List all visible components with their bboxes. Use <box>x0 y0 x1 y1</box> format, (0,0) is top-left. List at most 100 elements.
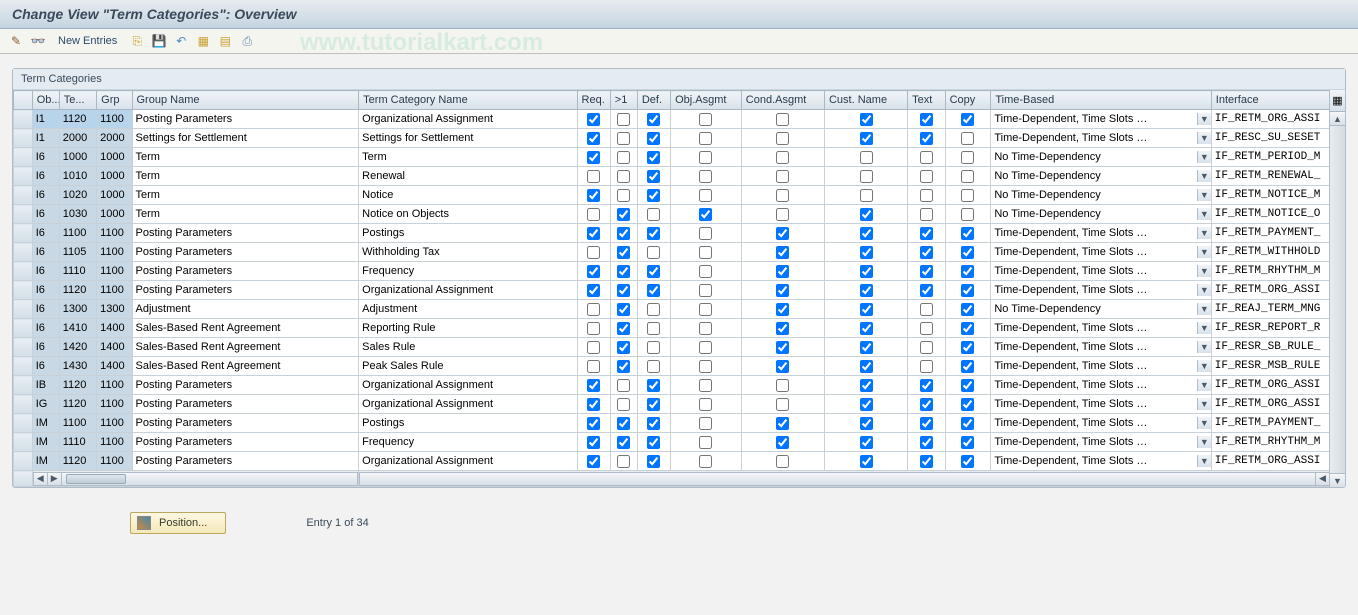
row-selector[interactable] <box>14 243 33 262</box>
def-checkbox[interactable] <box>647 284 660 297</box>
cond-asgmt-checkbox[interactable] <box>776 208 789 221</box>
obj-asgmt-checkbox[interactable] <box>699 436 712 449</box>
def-checkbox[interactable] <box>647 227 660 240</box>
header-term-cat-name[interactable]: Term Category Name <box>359 91 577 110</box>
table-row[interactable]: I614201400Sales-Based Rent AgreementSale… <box>14 338 1345 357</box>
cell-grp[interactable]: 1100 <box>97 224 132 243</box>
cell-te[interactable]: 1410 <box>59 319 96 338</box>
dropdown-arrow-icon[interactable]: ▼ <box>1197 208 1211 220</box>
cell-term-cat-name[interactable]: Organizational Assignment <box>359 281 577 300</box>
cell-group-name[interactable]: Posting Parameters <box>132 110 359 129</box>
cell-ob[interactable]: IB <box>32 376 59 395</box>
req-checkbox[interactable] <box>587 246 600 259</box>
table-row[interactable]: IG11201100Posting ParametersOrganization… <box>14 395 1345 414</box>
cell-ob[interactable]: I6 <box>32 357 59 376</box>
def-checkbox[interactable] <box>647 360 660 373</box>
table-config-icon[interactable]: ▦ <box>1330 90 1345 112</box>
table-row[interactable]: IM11001100Posting ParametersPostingsTime… <box>14 414 1345 433</box>
cell-te[interactable]: 1120 <box>59 452 96 471</box>
dropdown-arrow-icon[interactable]: ▼ <box>1197 398 1211 410</box>
gt1-checkbox[interactable] <box>617 455 630 468</box>
cell-ob[interactable]: IM <box>32 452 59 471</box>
row-selector[interactable] <box>14 224 33 243</box>
cell-te[interactable]: 2000 <box>59 129 96 148</box>
obj-asgmt-checkbox[interactable] <box>699 284 712 297</box>
def-checkbox[interactable] <box>647 113 660 126</box>
obj-asgmt-checkbox[interactable] <box>699 417 712 430</box>
cell-grp[interactable]: 1100 <box>97 262 132 281</box>
cond-asgmt-checkbox[interactable] <box>776 189 789 202</box>
req-checkbox[interactable] <box>587 455 600 468</box>
copy-checkbox[interactable] <box>961 303 974 316</box>
req-checkbox[interactable] <box>587 303 600 316</box>
obj-asgmt-checkbox[interactable] <box>699 246 712 259</box>
text-checkbox[interactable] <box>920 189 933 202</box>
table-row[interactable]: I611201100Posting ParametersOrganization… <box>14 281 1345 300</box>
dropdown-arrow-icon[interactable]: ▼ <box>1197 322 1211 334</box>
req-checkbox[interactable] <box>587 227 600 240</box>
cust-name-checkbox[interactable] <box>860 341 873 354</box>
cell-time-based[interactable]: Time-Dependent, Time Slots …▼ <box>991 243 1211 262</box>
cell-term-cat-name[interactable]: Organizational Assignment <box>359 376 577 395</box>
cell-te[interactable]: 1120 <box>59 395 96 414</box>
row-selector[interactable] <box>14 433 33 452</box>
cell-term-cat-name[interactable]: Renewal <box>359 167 577 186</box>
cust-name-checkbox[interactable] <box>860 360 873 373</box>
deselect-all-icon[interactable]: ▤ <box>217 33 233 49</box>
req-checkbox[interactable] <box>587 341 600 354</box>
header-grp[interactable]: Grp <box>97 91 132 110</box>
req-checkbox[interactable] <box>587 322 600 335</box>
req-checkbox[interactable] <box>587 379 600 392</box>
row-selector[interactable] <box>14 262 33 281</box>
def-checkbox[interactable] <box>647 455 660 468</box>
def-checkbox[interactable] <box>647 341 660 354</box>
obj-asgmt-checkbox[interactable] <box>699 208 712 221</box>
gt1-checkbox[interactable] <box>617 303 630 316</box>
dropdown-arrow-icon[interactable]: ▼ <box>1197 455 1211 467</box>
gt1-checkbox[interactable] <box>617 170 630 183</box>
hscroll-left[interactable]: ◀▶ <box>32 471 358 487</box>
cust-name-checkbox[interactable] <box>860 113 873 126</box>
cust-name-checkbox[interactable] <box>860 455 873 468</box>
obj-asgmt-checkbox[interactable] <box>699 379 712 392</box>
gt1-checkbox[interactable] <box>617 246 630 259</box>
text-checkbox[interactable] <box>920 227 933 240</box>
cell-term-cat-name[interactable]: Adjustment <box>359 300 577 319</box>
vertical-scrollbar[interactable]: ▦ ▲ ▼ <box>1329 90 1345 487</box>
def-checkbox[interactable] <box>647 189 660 202</box>
def-checkbox[interactable] <box>647 208 660 221</box>
cell-time-based[interactable]: Time-Dependent, Time Slots …▼ <box>991 319 1211 338</box>
cust-name-checkbox[interactable] <box>860 265 873 278</box>
cell-term-cat-name[interactable]: Withholding Tax <box>359 243 577 262</box>
cust-name-checkbox[interactable] <box>860 417 873 430</box>
cust-name-checkbox[interactable] <box>860 132 873 145</box>
row-selector[interactable] <box>14 205 33 224</box>
cond-asgmt-checkbox[interactable] <box>776 113 789 126</box>
dropdown-arrow-icon[interactable]: ▼ <box>1197 436 1211 448</box>
cell-grp[interactable]: 1100 <box>97 376 132 395</box>
row-selector[interactable] <box>14 186 33 205</box>
cell-group-name[interactable]: Sales-Based Rent Agreement <box>132 338 359 357</box>
cell-interface[interactable]: IF_RETM_PAYMENT_ <box>1211 224 1344 243</box>
cell-interface[interactable]: IF_REAJ_TERM_MNG <box>1211 300 1344 319</box>
row-selector[interactable] <box>14 338 33 357</box>
table-row[interactable]: I610101000TermRenewalNo Time-Dependency▼… <box>14 167 1345 186</box>
text-checkbox[interactable] <box>920 151 933 164</box>
scroll-left-icon[interactable]: ◀ <box>34 472 48 486</box>
cell-time-based[interactable]: Time-Dependent, Time Slots …▼ <box>991 281 1211 300</box>
cell-ob[interactable]: IG <box>32 395 59 414</box>
gt1-checkbox[interactable] <box>617 284 630 297</box>
scroll-thumb[interactable] <box>66 474 126 484</box>
cell-time-based[interactable]: No Time-Dependency▼ <box>991 167 1211 186</box>
cell-time-based[interactable]: Time-Dependent, Time Slots …▼ <box>991 376 1211 395</box>
dropdown-arrow-icon[interactable]: ▼ <box>1197 151 1211 163</box>
cust-name-checkbox[interactable] <box>860 151 873 164</box>
obj-asgmt-checkbox[interactable] <box>699 189 712 202</box>
text-checkbox[interactable] <box>920 341 933 354</box>
cell-term-cat-name[interactable]: Notice <box>359 186 577 205</box>
row-selector[interactable] <box>14 129 33 148</box>
cell-grp[interactable]: 1000 <box>97 186 132 205</box>
new-entries-button[interactable]: New Entries <box>52 33 123 49</box>
row-selector[interactable] <box>14 452 33 471</box>
gt1-checkbox[interactable] <box>617 379 630 392</box>
